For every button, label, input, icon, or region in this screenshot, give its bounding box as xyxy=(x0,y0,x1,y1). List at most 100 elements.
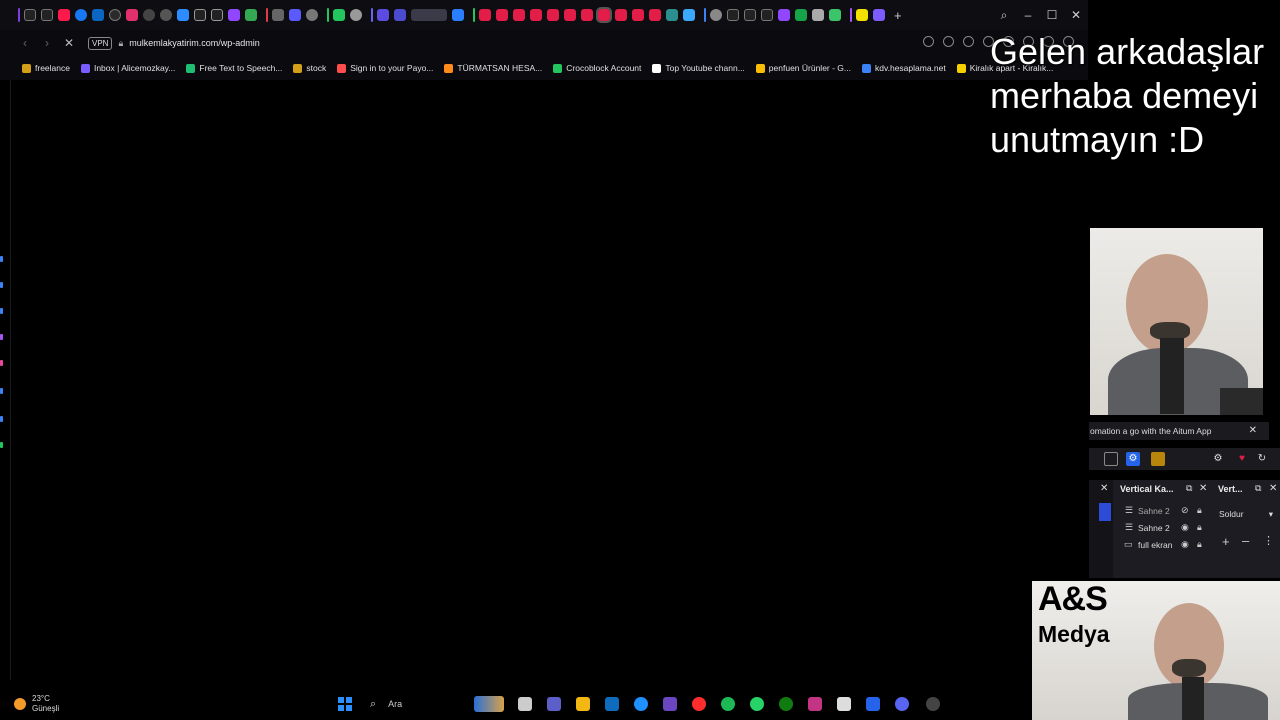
bookmark-item[interactable]: Inbox | Alicemozkay... xyxy=(80,63,175,73)
popout-icon[interactable]: ⧉ xyxy=(1186,483,1192,494)
new-tab-button[interactable]: + xyxy=(894,8,902,23)
minimize-button[interactable]: – xyxy=(1016,8,1040,22)
camera-icon[interactable] xyxy=(963,36,974,47)
tab-x-icon[interactable] xyxy=(41,9,53,21)
sidebar-indicator[interactable] xyxy=(0,360,3,366)
selected-scene[interactable] xyxy=(1099,503,1111,521)
tab-youtube-icon[interactable] xyxy=(513,9,525,21)
close-icon[interactable]: ✕ xyxy=(1100,483,1108,494)
bookmark-item[interactable]: TÜRMATSAN HESA... xyxy=(444,63,542,73)
more-options-icon[interactable]: ⋮ xyxy=(1263,534,1274,547)
tab-x-icon[interactable] xyxy=(24,9,36,21)
tab-generic-icon[interactable] xyxy=(333,9,345,21)
instagram-icon[interactable] xyxy=(808,697,822,711)
settings-icon[interactable]: ⚙︎ xyxy=(1211,452,1225,466)
close-icon[interactable]: ✕ xyxy=(1199,483,1207,494)
sidebar-indicator[interactable] xyxy=(0,334,3,340)
tab-meta-icon[interactable] xyxy=(92,9,104,21)
scene-item[interactable]: Sahne 2 xyxy=(1138,506,1170,516)
scene-item[interactable]: Sahne 2 xyxy=(1138,523,1170,533)
tab-generic-icon[interactable] xyxy=(856,9,868,21)
opera-icon[interactable] xyxy=(692,697,706,711)
tab-youtube-icon[interactable] xyxy=(479,9,491,21)
maximize-button[interactable]: ☐ xyxy=(1040,8,1064,22)
tab-youtube-icon[interactable] xyxy=(615,9,627,21)
tab-youtube-icon[interactable] xyxy=(632,9,644,21)
close-button[interactable]: ✕ xyxy=(1064,8,1088,22)
bookmark-item[interactable]: Crocoblock Account xyxy=(553,63,641,73)
tab-youtube-icon[interactable] xyxy=(547,9,559,21)
vpn-badge[interactable]: VPN xyxy=(88,36,113,50)
discord-icon[interactable] xyxy=(895,697,909,711)
add-button[interactable]: + xyxy=(1222,534,1230,549)
windows-start-icon[interactable] xyxy=(338,697,352,711)
search-tabs-icon[interactable]: ⌕ xyxy=(992,8,1016,23)
lock-icon[interactable]: 🔒︎ xyxy=(118,38,123,49)
checkbox-icon[interactable] xyxy=(1104,452,1118,466)
eye-icon[interactable]: ◉ xyxy=(1181,539,1189,550)
tab-youtube-icon[interactable] xyxy=(649,9,661,21)
zoom-icon[interactable] xyxy=(923,36,934,47)
tab-facebook-icon[interactable] xyxy=(75,9,87,21)
close-icon[interactable]: ✕ xyxy=(1249,425,1257,436)
tab-twitch-icon[interactable] xyxy=(778,9,790,21)
tab-threads-icon[interactable] xyxy=(109,9,121,21)
whatsapp-icon[interactable] xyxy=(750,697,764,711)
tab-generic-icon[interactable] xyxy=(377,9,389,21)
xbox-icon[interactable] xyxy=(779,697,793,711)
tab-generic-icon[interactable] xyxy=(812,9,824,21)
loading-spinner-icon[interactable]: ✕ xyxy=(58,36,80,50)
tab-generic-icon[interactable] xyxy=(666,9,678,21)
transition-select[interactable]: Soldur ▾ xyxy=(1215,506,1277,522)
tab-youtube-icon[interactable] xyxy=(496,9,508,21)
tab-instagram-icon[interactable] xyxy=(126,9,138,21)
task-view-icon[interactable] xyxy=(518,697,532,711)
sidebar-indicator[interactable] xyxy=(0,416,3,422)
tab-generic-icon[interactable] xyxy=(795,9,807,21)
bookmark-item[interactable]: Sign in to your Payo... xyxy=(337,63,433,73)
eye-icon[interactable]: ◉ xyxy=(1181,522,1189,533)
sidebar-indicator[interactable] xyxy=(0,282,3,288)
folder-icon[interactable] xyxy=(1151,452,1165,466)
spotify-icon[interactable] xyxy=(721,697,735,711)
obs-icon[interactable] xyxy=(926,697,940,711)
lock-icon[interactable]: 🔒︎ xyxy=(1197,505,1202,516)
lock-icon[interactable]: 🔒︎ xyxy=(1197,522,1202,533)
forward-arrow-icon[interactable]: › xyxy=(36,36,58,50)
tab-tiktok-icon[interactable] xyxy=(194,9,206,21)
heart-icon[interactable]: ♥︎ xyxy=(1235,452,1249,466)
hidden-eye-icon[interactable]: ⊘ xyxy=(1181,505,1189,516)
back-arrow-icon[interactable]: ‹ xyxy=(14,36,36,50)
tab-telegram-icon[interactable] xyxy=(177,9,189,21)
remove-button[interactable]: – xyxy=(1242,533,1249,548)
tab-generic-icon[interactable] xyxy=(394,9,406,21)
tab-youtube-icon[interactable] xyxy=(530,9,542,21)
weather-widget[interactable]: 23°C Güneşli xyxy=(14,694,59,714)
edge-icon[interactable] xyxy=(634,697,648,711)
tab-twitch-icon[interactable] xyxy=(228,9,240,21)
tab-youtube-icon[interactable] xyxy=(564,9,576,21)
sidebar-indicator[interactable] xyxy=(0,308,3,314)
tab-generic-icon[interactable] xyxy=(873,9,885,21)
tab-generic-icon[interactable] xyxy=(683,9,695,21)
outlook-icon[interactable] xyxy=(605,697,619,711)
bookmark-item[interactable]: stock xyxy=(293,63,326,73)
close-icon[interactable]: ✕ xyxy=(1269,483,1277,494)
teams-icon[interactable] xyxy=(547,697,561,711)
bookmark-item[interactable]: kdv.hesaplama.net xyxy=(862,63,946,73)
bookmark-item[interactable]: Top Youtube chann... xyxy=(652,63,745,73)
tab-x-icon[interactable] xyxy=(761,9,773,21)
tab-chrome-icon[interactable] xyxy=(710,9,722,21)
tab-globe-icon[interactable] xyxy=(160,9,172,21)
tab-x-icon[interactable] xyxy=(727,9,739,21)
bookmark-item[interactable]: Free Text to Speech... xyxy=(186,63,282,73)
tab-generic-icon[interactable] xyxy=(289,9,301,21)
sidebar-indicator[interactable] xyxy=(0,388,3,394)
scene-item[interactable]: full ekran xyxy=(1138,540,1173,550)
tab-generic-icon[interactable] xyxy=(829,9,841,21)
tab-drive-icon[interactable] xyxy=(245,9,257,21)
bookmark-item[interactable]: freelance xyxy=(22,63,70,73)
popout-icon[interactable]: ⧉ xyxy=(1255,483,1261,494)
url-field[interactable]: mulkemlakyatirim.com/wp-admin xyxy=(129,38,260,48)
taskbar-search[interactable]: ⌕ Ara xyxy=(364,694,508,714)
